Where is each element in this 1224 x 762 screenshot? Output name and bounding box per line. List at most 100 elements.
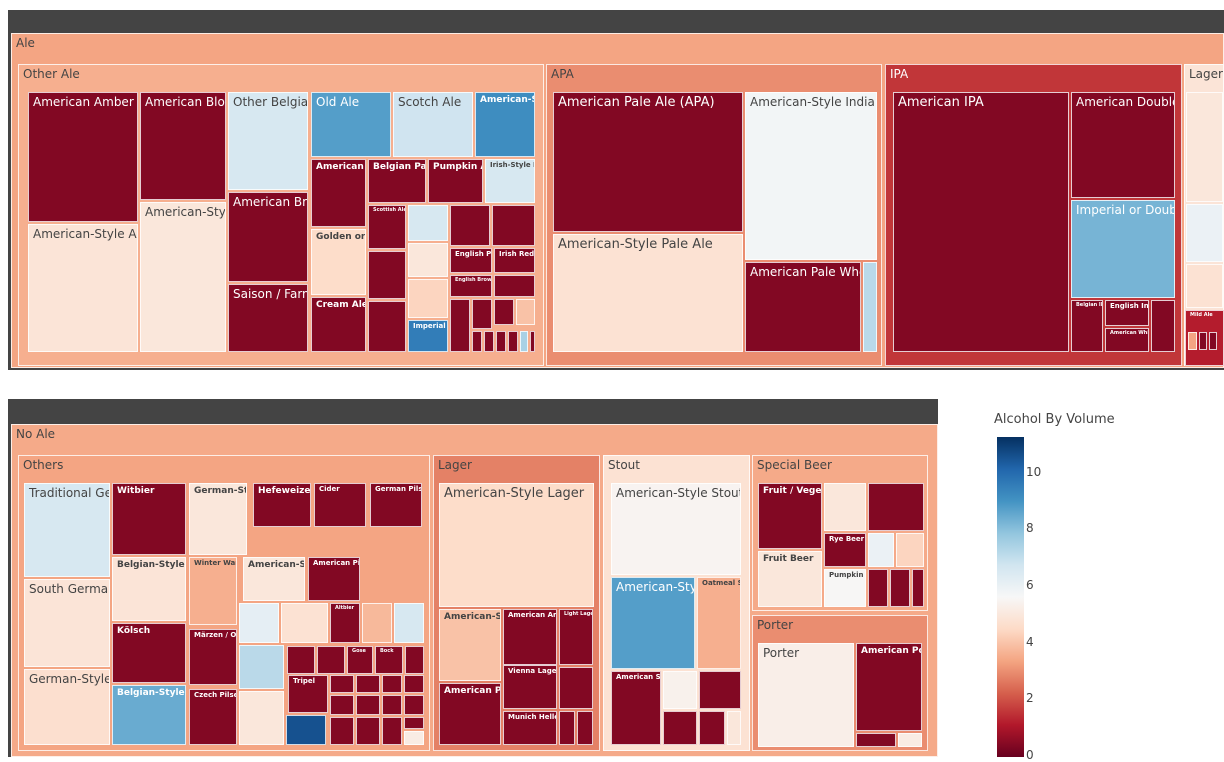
treemap-tile-german-style-pilsener[interactable]: German-Style Pilsener [24, 669, 110, 745]
treemap-tile[interactable] [408, 243, 448, 277]
treemap-tile[interactable] [484, 331, 494, 352]
treemap-tile[interactable] [1186, 264, 1223, 308]
treemap-tile-fruit-beer[interactable]: Fruit Beer [758, 551, 822, 607]
treemap-tile-kolsch[interactable]: Kölsch [112, 623, 186, 683]
treemap-tile-german-pilsener[interactable]: German Pilsener [370, 483, 422, 527]
treemap-tile[interactable] [868, 533, 894, 567]
treemap-tile-american-pale-ale-apa[interactable]: American Pale Ale (APA) [553, 92, 743, 232]
treemap-tile[interactable] [890, 569, 910, 607]
treemap-tile-imperial-or-double-india-pale-ale[interactable]: Imperial or Double India Pale Ale [1071, 200, 1175, 298]
treemap-tile-irish-style-red-ale[interactable]: Irish-Style Red Ale [485, 159, 535, 203]
treemap-tile-english-pale-ale[interactable]: English Pale Ale [450, 248, 492, 273]
treemap-tile-american-style-brown-ale[interactable]: American-Style Brown Ale [140, 202, 226, 352]
treemap-tile[interactable] [559, 711, 575, 745]
treemap-tile[interactable] [699, 671, 741, 709]
treemap-tile[interactable] [577, 711, 593, 745]
treemap-tile-american-style-india-pale-ale[interactable]: American-Style India Pale Ale [745, 92, 877, 260]
treemap-tile[interactable] [394, 603, 424, 643]
treemap-tile[interactable] [727, 711, 741, 745]
treemap-tile-cream-ale[interactable]: Cream Ale [311, 297, 366, 352]
treemap-tile[interactable] [868, 483, 924, 531]
treemap-tile[interactable] [824, 483, 866, 531]
treemap-tile-american-style-pale-ale[interactable]: American-Style Pale Ale [553, 234, 743, 352]
treemap-tile[interactable] [356, 695, 380, 715]
treemap-tile-irish-red-ale[interactable]: Irish Red Ale [494, 248, 535, 273]
treemap-tile-american-style-imperial-stout[interactable]: American-Style Imperial Stout [611, 577, 695, 669]
treemap-tile[interactable] [356, 675, 380, 693]
treemap-tile[interactable] [281, 603, 328, 643]
treemap-tile[interactable] [494, 275, 535, 297]
treemap-tile-american-blonde-ale[interactable]: American Blonde Ale [140, 92, 226, 200]
treemap-tile-golden-or-blonde-ale[interactable]: Golden or Blonde Ale [311, 229, 366, 295]
treemap-tile-pumpkin-beer[interactable]: Pumpkin Beer [824, 569, 866, 607]
treemap-tile[interactable] [408, 279, 448, 318]
treemap-tile[interactable] [330, 675, 354, 693]
treemap-tile[interactable] [520, 331, 528, 352]
treemap-tile[interactable] [1186, 204, 1223, 262]
treemap-tile[interactable] [1151, 300, 1175, 352]
treemap-tile-belgian-ipa[interactable]: Belgian IPA [1071, 300, 1103, 352]
treemap-tile-cider[interactable]: Cider [314, 483, 366, 527]
treemap-tile[interactable] [382, 695, 402, 715]
treemap-tile-american-ipa[interactable]: American IPA [893, 92, 1069, 352]
treemap-tile-american-style-amber-red-ale[interactable]: American-Style Amber/Red Ale [28, 224, 138, 352]
treemap-tile[interactable] [368, 301, 406, 352]
treemap-tile-belgian-style-white[interactable]: Belgian-Style White [112, 557, 186, 621]
treemap-tile-altbier[interactable]: Altbier [330, 603, 360, 643]
treemap-tile[interactable] [404, 695, 424, 715]
treemap-tile[interactable] [404, 717, 424, 729]
treemap-tile-marzen-oktoberfest[interactable]: Märzen / Oktoberfest [189, 629, 237, 685]
treemap-tile-imperial-stout[interactable]: Imperial Stout [408, 320, 448, 352]
treemap-tile[interactable] [1186, 92, 1223, 202]
treemap-tile-hefeweizen[interactable]: Hefeweizen [253, 483, 311, 527]
treemap-tile-american-style-light-lager[interactable]: American-Style Light Lager [439, 609, 501, 681]
treemap-tile[interactable] [368, 251, 406, 299]
treemap-tile[interactable] [663, 711, 697, 745]
treemap-tile[interactable] [330, 695, 354, 715]
treemap-tile-other-belgian-style-ales[interactable]: Other Belgian-Style Ales [228, 92, 308, 190]
treemap-tile[interactable] [494, 299, 514, 325]
treemap-tile[interactable] [408, 205, 448, 241]
treemap-tile[interactable] [472, 299, 492, 329]
treemap-tile[interactable] [450, 299, 470, 352]
treemap-tile-german-style-heller-bock-maibock[interactable]: German-Style Heller Bock/Maibock [189, 483, 247, 555]
treemap-tile[interactable] [286, 715, 326, 745]
treemap-tile-munich-helles-lager[interactable]: Munich Helles Lager [503, 711, 557, 745]
treemap-tile[interactable] [239, 603, 279, 643]
treemap-tile[interactable] [330, 717, 354, 745]
treemap-tile-american-porter[interactable]: American Porter [856, 643, 922, 731]
treemap-tile-belgian-pale-ale[interactable]: Belgian Pale Ale [368, 159, 426, 203]
treemap-tile-traditional-german-style-bock[interactable]: Traditional German-Style Bock [24, 483, 110, 577]
treemap-tile[interactable] [492, 205, 535, 246]
treemap-tile-scottish-ale[interactable]: Scottish Ale [368, 205, 406, 249]
treemap-tile-winter-warmer[interactable]: Winter Warmer [189, 557, 237, 625]
treemap-tile[interactable] [856, 733, 896, 747]
treemap-tile-american-pale-lager[interactable]: American Pale Lager [439, 683, 501, 745]
treemap-tile[interactable] [362, 603, 392, 643]
treemap-tile[interactable] [472, 331, 482, 352]
treemap-tile[interactable] [868, 569, 888, 607]
treemap-tile-american-style-wheat-beer[interactable]: American-Style Wheat Beer [243, 557, 305, 601]
treemap-tile-american-pale-wheat-ale[interactable]: American Pale Wheat Ale [745, 262, 861, 352]
treemap-tile-pumpkin-ale[interactable]: Pumpkin Ale [428, 159, 483, 203]
treemap-tile-american-style-lager[interactable]: American-Style Lager [439, 483, 594, 607]
treemap-tile-american-brown-ale[interactable]: American Brown Ale [228, 192, 308, 282]
treemap-tile-american-style-stout[interactable]: American-Style Stout [611, 483, 741, 575]
treemap-tile[interactable] [404, 731, 424, 745]
treemap-tile[interactable] [896, 533, 924, 567]
treemap-tile-gose[interactable]: Gose [347, 646, 373, 674]
treemap-tile-czech-pilsener[interactable]: Czech Pilsener [189, 689, 237, 745]
treemap-tile[interactable] [239, 691, 284, 745]
treemap-tile-porter[interactable]: Porter [758, 643, 854, 747]
treemap-tile-belgian-style-tripel[interactable]: Belgian-Style Tripel [112, 685, 186, 745]
treemap-tile[interactable] [382, 717, 402, 745]
treemap-tile[interactable] [530, 331, 535, 352]
treemap-tile[interactable] [898, 733, 922, 747]
treemap-tile[interactable] [508, 331, 518, 352]
treemap-tile-american-black-ale[interactable]: American Black Ale [311, 159, 366, 227]
treemap-tile-old-ale[interactable]: Old Ale [311, 92, 391, 157]
treemap-tile[interactable] [317, 646, 345, 674]
treemap-tile-american-style-barley-wine-ale[interactable]: American-Style Barley Wine Ale [475, 92, 535, 157]
treemap-tile[interactable] [1199, 332, 1207, 350]
treemap-tile-american-amber-red-lager[interactable]: American Amber / Red Lager [503, 609, 557, 665]
